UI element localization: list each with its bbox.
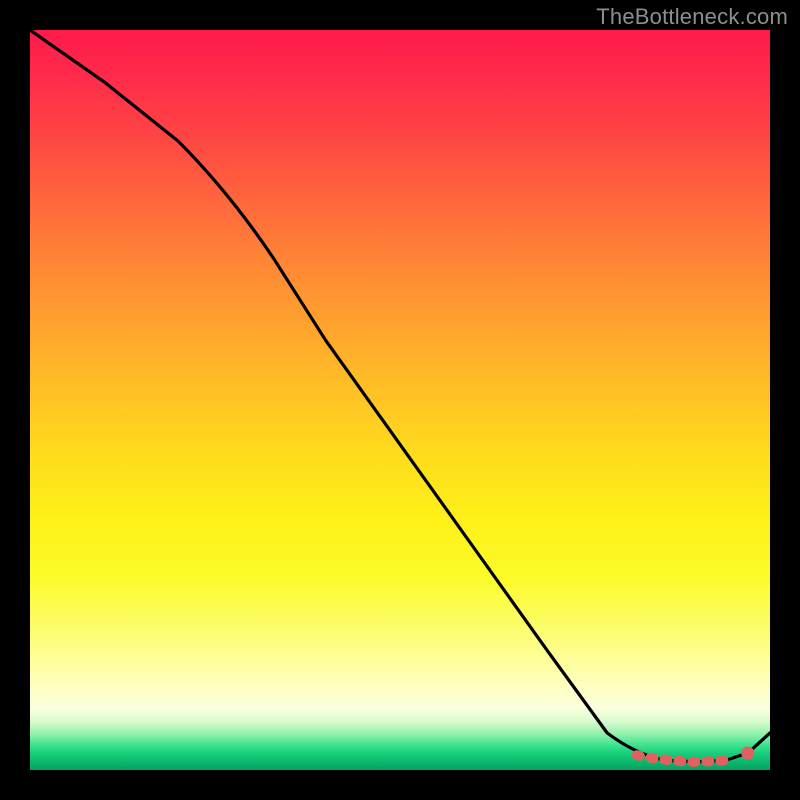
plot-overlay-svg — [30, 30, 770, 770]
chart-stage: TheBottleneck.com — [0, 0, 800, 800]
dashed-highlight-segment — [637, 755, 726, 762]
watermark-text: TheBottleneck.com — [596, 4, 788, 30]
end-dot-marker — [741, 747, 754, 760]
main-curve — [30, 30, 770, 762]
plot-area — [30, 30, 770, 770]
